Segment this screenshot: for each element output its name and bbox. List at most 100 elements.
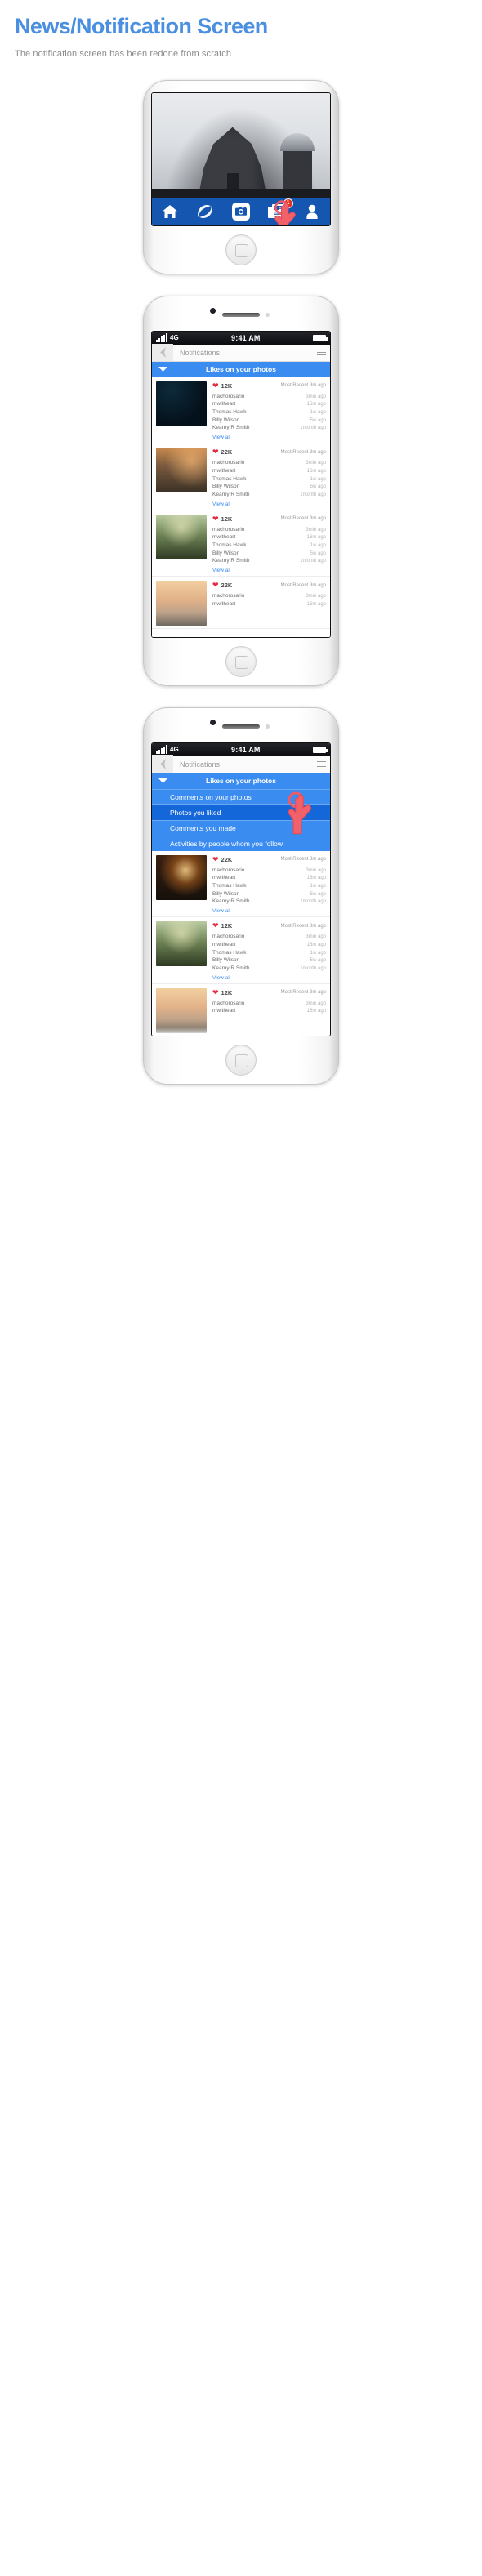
table-row[interactable]: ❤ 22K Most Recent 3m ago machorosario 3mi… bbox=[152, 577, 330, 629]
list-item[interactable]: Billy Wilson 5w ago bbox=[212, 956, 326, 965]
table-row[interactable]: ❤ 12K Most Recent 3m ago machorosario 3mi… bbox=[152, 917, 330, 984]
notification-thumbnail[interactable] bbox=[156, 381, 207, 426]
ground-shape bbox=[152, 189, 330, 198]
table-row[interactable]: ❤ 12K Most Recent 3m ago machorosario 3mi… bbox=[152, 377, 330, 444]
bottom-tabbar[interactable]: 1 bbox=[152, 197, 330, 225]
people-list: machorosario 3min ago mwitheart 16m ago Th… bbox=[212, 867, 326, 906]
notification-thumbnail[interactable] bbox=[156, 581, 207, 626]
camera-icon[interactable] bbox=[231, 202, 250, 221]
status-bar: 4G 9:41 AM bbox=[152, 742, 330, 756]
people-list: machorosario 3min ago mwitheart 16m ago Th… bbox=[212, 933, 326, 972]
person-time: 1w ago bbox=[310, 884, 326, 889]
phone-3-screen: 4G 9:41 AM Notifications Likes on your p… bbox=[151, 742, 331, 1036]
list-item[interactable]: Billy Wilson 5w ago bbox=[212, 890, 326, 898]
list-item[interactable]: mwitheart 16m ago bbox=[212, 1007, 326, 1015]
notification-thumbnail[interactable] bbox=[156, 921, 207, 967]
list-item[interactable]: mwitheart 16m ago bbox=[212, 467, 326, 475]
hamburger-menu-icon[interactable] bbox=[312, 350, 330, 356]
table-row[interactable]: ❤ 12K Most Recent 3m ago machorosario 3mi… bbox=[152, 984, 330, 1036]
notification-thumbnail[interactable] bbox=[156, 448, 207, 493]
list-item[interactable]: mwitheart 16m ago bbox=[212, 533, 326, 541]
list-item[interactable]: machorosario 3min ago bbox=[212, 526, 326, 534]
person-name: Billy Wilson bbox=[212, 550, 240, 556]
front-camera-icon bbox=[210, 307, 216, 314]
person-time: 3min ago bbox=[306, 394, 326, 399]
list-item[interactable]: Thomas Hawk 1w ago bbox=[212, 882, 326, 890]
list-item[interactable]: machorosario 3min ago bbox=[212, 393, 326, 401]
person-name: Kearny R Smith bbox=[212, 491, 250, 497]
notification-thumbnail[interactable] bbox=[156, 854, 207, 900]
list-item[interactable]: Billy Wilson 5w ago bbox=[212, 483, 326, 491]
list-item[interactable]: Thomas Hawk 1w ago bbox=[212, 949, 326, 957]
person-time: 3min ago bbox=[306, 934, 326, 940]
list-item[interactable]: Kearny R Smith 1month ago bbox=[212, 965, 326, 973]
notification-list-2[interactable]: ❤ 12K Most Recent 3m ago machorosario 3mi… bbox=[152, 377, 330, 637]
person-time: 16m ago bbox=[306, 468, 326, 474]
list-item[interactable]: machorosario 3min ago bbox=[212, 867, 326, 875]
person-name: Kearny R Smith bbox=[212, 965, 250, 971]
list-item[interactable]: Kearny R Smith 1month ago bbox=[212, 898, 326, 906]
person-name: machorosario bbox=[212, 934, 245, 940]
dropdown-toggle[interactable]: Likes on your photos bbox=[152, 773, 330, 789]
list-item[interactable]: mwitheart 16m ago bbox=[212, 600, 326, 608]
dropdown-option-comments-you-made[interactable]: Comments you made bbox=[152, 819, 330, 836]
person-time: 1month ago bbox=[300, 965, 326, 971]
table-row[interactable]: ❤ 22K Most Recent 3m ago machorosario 3mi… bbox=[152, 851, 330, 918]
notification-header: ❤ 12K Most Recent 3m ago bbox=[212, 988, 326, 997]
view-all-link[interactable]: View all bbox=[212, 568, 326, 573]
chevron-left-icon[interactable] bbox=[152, 755, 173, 773]
people-list: machorosario 3min ago mwitheart 16m ago Th… bbox=[212, 393, 326, 432]
home-icon[interactable] bbox=[161, 203, 179, 221]
list-item[interactable]: mwitheart 16m ago bbox=[212, 874, 326, 882]
list-item[interactable]: Kearny R Smith 1month ago bbox=[212, 557, 326, 565]
view-all-link[interactable]: View all bbox=[212, 435, 326, 440]
notification-thumbnail[interactable] bbox=[156, 514, 207, 559]
list-item[interactable]: mwitheart 16m ago bbox=[212, 400, 326, 408]
list-item[interactable]: Thomas Hawk 1w ago bbox=[212, 408, 326, 417]
person-time: 1month ago bbox=[300, 559, 326, 564]
list-item[interactable]: Thomas Hawk 1w ago bbox=[212, 475, 326, 484]
list-item[interactable]: mwitheart 16m ago bbox=[212, 941, 326, 949]
dropdown-toggle[interactable]: Likes on your photos bbox=[152, 361, 330, 377]
like-count: 12K bbox=[221, 988, 233, 996]
person-time: 5w ago bbox=[310, 417, 326, 423]
explore-icon[interactable] bbox=[196, 203, 214, 221]
heart-icon: ❤ bbox=[212, 581, 219, 589]
home-button[interactable] bbox=[225, 645, 257, 677]
view-all-link[interactable]: View all bbox=[212, 908, 326, 914]
view-all-link[interactable]: View all bbox=[212, 501, 326, 507]
person-time: 3min ago bbox=[306, 461, 326, 466]
home-button[interactable] bbox=[225, 234, 257, 265]
heart-icon: ❤ bbox=[212, 921, 219, 930]
list-item[interactable]: Billy Wilson 5w ago bbox=[212, 417, 326, 425]
table-row[interactable]: ❤ 22K Most Recent 3m ago machorosario 3mi… bbox=[152, 443, 330, 510]
people-list: machorosario 3min ago mwitheart 16m ago bbox=[212, 1000, 326, 1015]
person-name: mwitheart bbox=[212, 534, 236, 541]
news-icon[interactable]: 1 bbox=[268, 198, 293, 221]
list-item[interactable]: Kearny R Smith 1month ago bbox=[212, 424, 326, 432]
people-list: machorosario 3min ago mwitheart 16m ago bbox=[212, 592, 326, 608]
home-button[interactable] bbox=[225, 1044, 257, 1076]
list-item[interactable]: Kearny R Smith 1month ago bbox=[212, 491, 326, 499]
list-item[interactable]: Billy Wilson 5w ago bbox=[212, 550, 326, 558]
list-item[interactable]: machorosario 3min ago bbox=[212, 592, 326, 600]
notification-thumbnail[interactable] bbox=[156, 987, 207, 1033]
nav-bar: Notifications bbox=[152, 755, 330, 773]
list-item[interactable]: machorosario 3min ago bbox=[212, 459, 326, 467]
dropdown-selected-label: Likes on your photos bbox=[206, 365, 276, 374]
dropdown-expanded[interactable]: Likes on your photos Comments on your ph… bbox=[152, 773, 330, 851]
dropdown-option-photos-you-liked[interactable]: Photos you liked bbox=[152, 804, 330, 820]
list-item[interactable]: Thomas Hawk 1w ago bbox=[212, 541, 326, 550]
most-recent-label: Most Recent 3m ago bbox=[280, 923, 326, 929]
profile-icon[interactable] bbox=[303, 203, 321, 221]
list-item[interactable]: machorosario 3min ago bbox=[212, 1000, 326, 1008]
table-row[interactable]: ❤ 12K Most Recent 3m ago machorosario 3mi… bbox=[152, 510, 330, 577]
hamburger-menu-icon[interactable] bbox=[312, 761, 330, 768]
person-name: machorosario bbox=[212, 526, 245, 533]
dropdown-option-activities-by-people-whom-you-follow[interactable]: Activities by people whom you follow bbox=[152, 835, 330, 851]
chevron-left-icon[interactable] bbox=[152, 344, 173, 362]
dropdown-option-comments-on-your-photos[interactable]: Comments on your photos bbox=[152, 788, 330, 804]
view-all-link[interactable]: View all bbox=[212, 975, 326, 981]
list-item[interactable]: machorosario 3min ago bbox=[212, 933, 326, 941]
notification-list-3[interactable]: ❤ 22K Most Recent 3m ago machorosario 3mi… bbox=[152, 850, 330, 1036]
